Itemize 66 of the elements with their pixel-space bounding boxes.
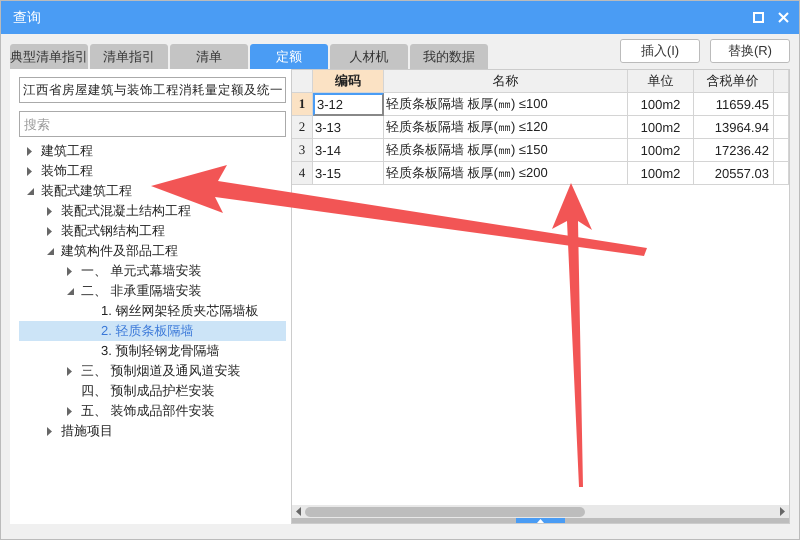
tab[interactable]: 典型清单指引 <box>10 44 88 69</box>
tab[interactable]: 清单 <box>170 44 248 69</box>
collapse-arrow-icon[interactable] <box>47 248 54 254</box>
library-dropdown[interactable]: 江西省房屋建筑与装饰工程消耗量定额及统一 <box>19 77 286 103</box>
tree-item[interactable]: 装饰工程 <box>19 161 97 181</box>
window-title: 查询 <box>13 8 41 26</box>
insert-button[interactable]: 插入(I) <box>620 39 700 63</box>
table-cell: 3-14 <box>313 139 384 162</box>
tree-item[interactable]: 装配式建筑工程 <box>19 181 136 201</box>
table-cell: 3-12 <box>313 93 384 116</box>
table-cell: 轻质条板隔墙 板厚(㎜) ≤150 <box>384 139 628 162</box>
replace-button[interactable]: 替换(R) <box>710 39 790 63</box>
table-cell: 11659.45 <box>694 93 774 116</box>
table-cell: 100m2 <box>628 116 694 139</box>
expand-arrow-icon[interactable] <box>67 406 72 416</box>
scroll-left-icon[interactable] <box>296 507 301 516</box>
column-header[interactable]: 单位 <box>628 70 694 93</box>
horizontal-scrollbar[interactable] <box>292 505 789 518</box>
collapse-arrow-icon[interactable] <box>27 188 34 194</box>
expand-arrow-icon[interactable] <box>27 146 32 156</box>
row-number[interactable]: 2 <box>292 116 313 139</box>
tree-item[interactable]: 一、 单元式幕墙安装 <box>19 261 206 281</box>
expand-arrow-icon[interactable] <box>67 266 72 276</box>
tab[interactable]: 我的数据 <box>410 44 488 69</box>
table-cell: 100m2 <box>628 162 694 185</box>
tree-item[interactable]: 1. 钢丝网架轻质夹芯隔墙板 <box>19 301 262 321</box>
expand-arrow-icon[interactable] <box>47 206 52 216</box>
table-cell: 100m2 <box>628 139 694 162</box>
tree-item[interactable]: 三、 预制烟道及通风道安装 <box>19 361 245 381</box>
table-cell: 轻质条板隔墙 板厚(㎜) ≤120 <box>384 116 628 139</box>
collapse-arrow-icon[interactable] <box>67 288 74 294</box>
tab[interactable]: 人材机 <box>330 44 408 69</box>
tree-item[interactable]: 建筑工程 <box>19 141 97 161</box>
row-number[interactable]: 4 <box>292 162 313 185</box>
table-cell: 轻质条板隔墙 板厚(㎜) ≤100 <box>384 93 628 116</box>
tree-item[interactable]: 装配式混凝土结构工程 <box>19 201 195 221</box>
table-cell: 3-13 <box>313 116 384 139</box>
tree-item[interactable]: 建筑构件及部品工程 <box>19 241 182 261</box>
column-header[interactable]: 名称 <box>384 70 628 93</box>
scrollbar-thumb[interactable] <box>305 506 585 516</box>
table-cell: 3-15 <box>313 162 384 185</box>
tree-item[interactable]: 措施项目 <box>19 421 117 441</box>
tab[interactable]: 清单指引 <box>90 44 168 69</box>
expand-arrow-icon[interactable] <box>47 426 52 436</box>
expand-arrow-icon[interactable] <box>67 366 72 376</box>
table-cell: 100m2 <box>628 93 694 116</box>
table-cell: 17236.42 <box>694 139 774 162</box>
row-number[interactable]: 3 <box>292 139 313 162</box>
tree-item[interactable]: 3. 预制轻钢龙骨隔墙 <box>19 341 224 361</box>
close-icon[interactable] <box>778 12 789 23</box>
column-header[interactable]: 含税单价 <box>694 70 774 93</box>
row-number[interactable]: 1 <box>292 93 313 116</box>
maximize-icon[interactable] <box>753 12 764 23</box>
table-cell: 20557.03 <box>694 162 774 185</box>
scroll-right-icon[interactable] <box>780 507 785 516</box>
expand-arrow-icon[interactable] <box>27 166 32 176</box>
search-field[interactable]: 搜索 <box>19 111 286 137</box>
expand-arrow-icon[interactable] <box>47 226 52 236</box>
splitter-handle[interactable] <box>516 518 565 523</box>
tree-item[interactable]: 二、 非承重隔墙安装 <box>19 281 206 301</box>
table-cell: 13964.94 <box>694 116 774 139</box>
tree-item[interactable]: 五、 装饰成品部件安装 <box>19 401 219 421</box>
tree-item[interactable]: 四、 预制成品护栏安装 <box>19 381 219 401</box>
column-header[interactable]: 编码 <box>313 70 384 93</box>
table-cell: 轻质条板隔墙 板厚(㎜) ≤200 <box>384 162 628 185</box>
tree-item[interactable]: 装配式钢结构工程 <box>19 221 169 241</box>
